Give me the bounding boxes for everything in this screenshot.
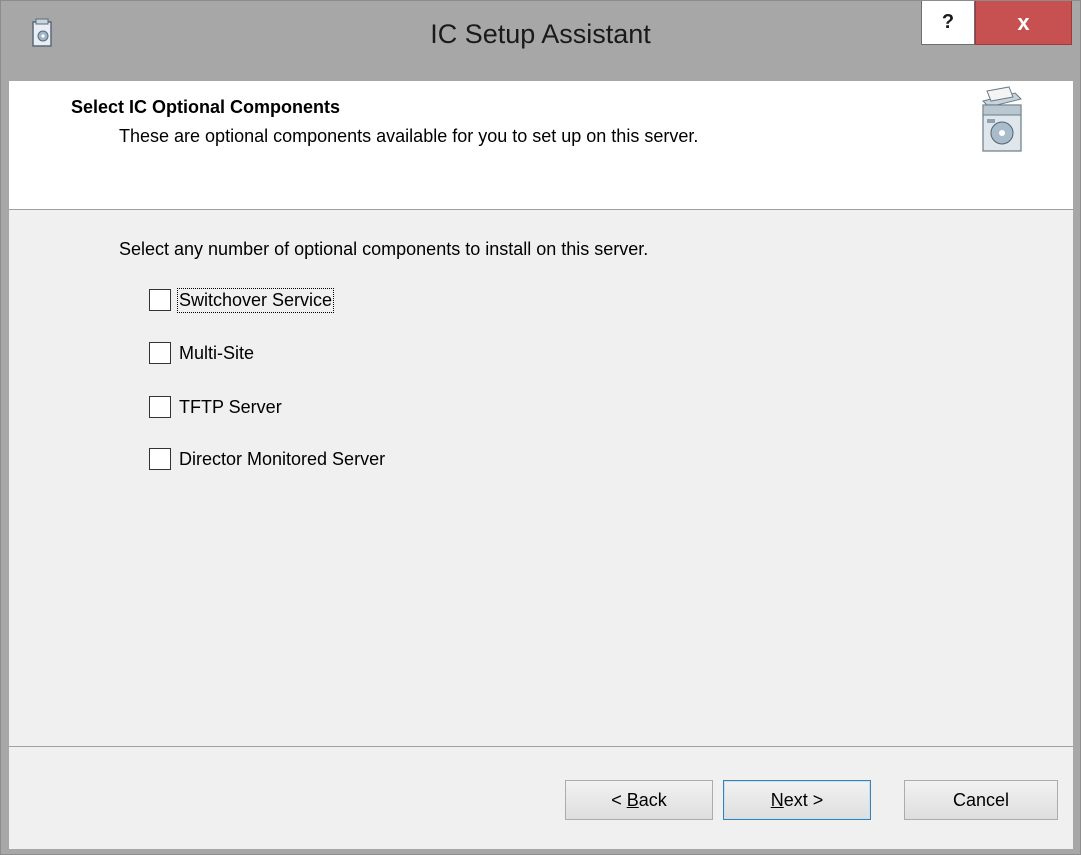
back-button-label: ack bbox=[638, 789, 667, 810]
multi-site-checkbox[interactable] bbox=[149, 342, 171, 364]
director-monitored-server-checkbox[interactable] bbox=[149, 448, 171, 470]
component-tftp-server[interactable]: TFTP Server bbox=[149, 393, 283, 421]
title-bar[interactable]: IC Setup Assistant ? x bbox=[1, 1, 1080, 81]
back-button[interactable]: < Back bbox=[565, 780, 713, 820]
help-icon: ? bbox=[941, 11, 955, 33]
help-button[interactable]: ? bbox=[921, 1, 975, 45]
page-subtitle: These are optional components available … bbox=[119, 126, 699, 146]
wizard-header: Select IC Optional Components These are … bbox=[9, 81, 1073, 210]
back-button-accelerator: B bbox=[626, 789, 639, 810]
close-icon: x bbox=[1017, 9, 1030, 35]
window-title: IC Setup Assistant bbox=[430, 19, 651, 49]
switchover-service-label[interactable]: Switchover Service bbox=[176, 287, 335, 313]
page-title: Select IC Optional Components bbox=[71, 97, 341, 117]
component-multi-site[interactable]: Multi-Site bbox=[149, 339, 255, 367]
next-button[interactable]: Next > bbox=[723, 780, 871, 820]
next-button-accelerator: N bbox=[770, 789, 784, 810]
instruction-text: Select any number of optional components… bbox=[119, 239, 649, 259]
setup-window: IC Setup Assistant ? x Select IC Optiona… bbox=[0, 0, 1081, 855]
close-button[interactable]: x bbox=[975, 1, 1072, 45]
wizard-client-area: Select IC Optional Components These are … bbox=[9, 81, 1073, 849]
software-box-icon bbox=[982, 86, 1022, 152]
next-button-label: ext > bbox=[783, 789, 824, 810]
back-button-prefix: < bbox=[611, 789, 627, 810]
cancel-button[interactable]: Cancel bbox=[904, 780, 1058, 820]
component-director-monitored-server[interactable]: Director Monitored Server bbox=[149, 445, 386, 473]
footer-divider bbox=[9, 746, 1073, 747]
director-monitored-server-label[interactable]: Director Monitored Server bbox=[178, 448, 386, 471]
tftp-server-checkbox[interactable] bbox=[149, 396, 171, 418]
multi-site-label[interactable]: Multi-Site bbox=[178, 342, 255, 365]
component-switchover-service[interactable]: Switchover Service bbox=[149, 286, 335, 314]
switchover-service-checkbox[interactable] bbox=[149, 289, 171, 311]
cancel-button-label: Cancel bbox=[952, 789, 1010, 810]
tftp-server-label[interactable]: TFTP Server bbox=[178, 396, 283, 419]
